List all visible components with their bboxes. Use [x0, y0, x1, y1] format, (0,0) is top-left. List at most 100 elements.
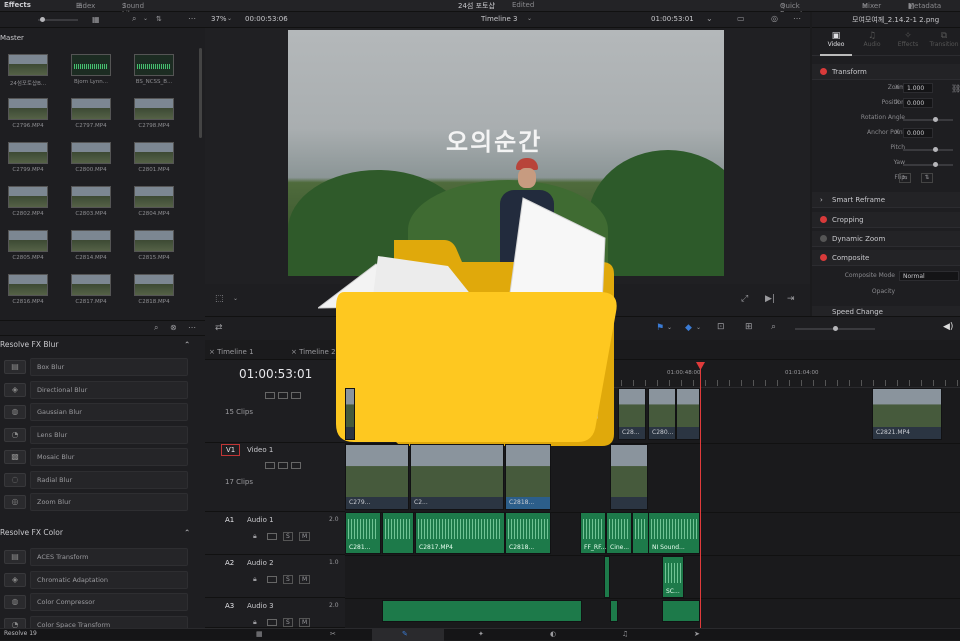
track-visibility-icon[interactable]	[291, 462, 301, 469]
color-wheel-icon[interactable]: ◎	[771, 14, 778, 23]
lock-icon[interactable]: 🔒︎	[253, 618, 257, 627]
tab-transition[interactable]: ⧉ Transition	[928, 31, 960, 48]
video-clip[interactable]: C279...	[345, 444, 409, 510]
chevron-down-icon[interactable]: ⌄	[227, 15, 232, 22]
zoom-fit-icon[interactable]: ⊡	[717, 322, 725, 332]
chevron-down-icon[interactable]: ⌄	[667, 324, 672, 331]
track-id[interactable]: A1	[225, 516, 234, 524]
chevron-down-icon[interactable]: ⌄	[696, 324, 701, 331]
composite-section[interactable]: Composite	[812, 250, 960, 266]
video-clip[interactable]: C2...	[410, 444, 504, 510]
media-thumbnail[interactable]	[8, 186, 48, 208]
more-options-icon[interactable]: ⋯	[188, 14, 196, 23]
fx-item[interactable]: ▩ Mosaic Blur	[0, 448, 190, 468]
flag-icon[interactable]: ⚑	[656, 323, 664, 333]
zoom-level[interactable]: 37%	[211, 15, 227, 23]
flip-vertical-icon[interactable]: ⇅	[921, 173, 933, 183]
media-page-icon[interactable]: ▦	[256, 630, 263, 638]
track-auto-select-icon[interactable]	[278, 392, 288, 399]
sort-icon[interactable]: ⇅	[156, 15, 162, 23]
fx-item[interactable]: ◈ Chromatic Adaptation	[0, 570, 190, 591]
timeline-zoom-slider[interactable]	[795, 326, 875, 331]
skip-end-icon[interactable]: ⇥	[787, 294, 795, 304]
effects-search-icon[interactable]: ⌕	[154, 323, 158, 333]
fx-item[interactable]: ◍ Gaussian Blur	[0, 403, 190, 423]
audio-clip[interactable]	[610, 600, 618, 622]
composite-mode-select[interactable]: Normal	[899, 271, 959, 281]
solo-button[interactable]: S	[283, 618, 293, 627]
media-thumbnail[interactable]	[134, 54, 174, 76]
mute-button[interactable]: M	[299, 532, 311, 541]
mute-button[interactable]: M	[299, 618, 311, 627]
track-auto-select-icon[interactable]	[278, 462, 288, 469]
audio-clip[interactable]: NI Sound...	[648, 512, 700, 554]
enable-toggle[interactable]	[820, 235, 827, 242]
fx-item[interactable]: ◌ Radial Blur	[0, 470, 190, 491]
track-lock-icon[interactable]	[265, 392, 275, 399]
mute-button[interactable]: M	[299, 575, 311, 584]
speaker-icon[interactable]: ◀)	[943, 322, 953, 332]
lock-icon[interactable]: 🔒︎	[253, 532, 257, 541]
media-thumbnail[interactable]	[71, 98, 111, 120]
thumb-size-slider[interactable]	[38, 17, 78, 22]
dynamic-zoom-section[interactable]: Dynamic Zoom	[812, 231, 960, 247]
track-id[interactable]: A3	[225, 602, 234, 610]
rotation-slider[interactable]	[903, 117, 953, 122]
fairlight-page-icon[interactable]: ♫	[622, 630, 628, 638]
fullscreen-icon[interactable]: ⤢	[741, 294, 748, 304]
track-lock-icon[interactable]	[265, 462, 275, 469]
flip-horizontal-icon[interactable]: ⇆	[899, 173, 911, 183]
track-visibility-icon[interactable]	[291, 392, 301, 399]
media-thumbnail[interactable]	[8, 274, 48, 296]
chevron-down-icon[interactable]: ⌄	[527, 15, 532, 22]
edit-page-tab[interactable]: ✎	[372, 629, 444, 641]
position-x-field[interactable]: 0.000	[903, 98, 933, 108]
search-icon[interactable]: ⌕	[132, 14, 136, 24]
fx-blur-section[interactable]: Resolve FX Blur ⌃	[0, 340, 200, 354]
audio-clip[interactable]	[604, 556, 610, 598]
playhead[interactable]	[700, 362, 701, 628]
audio-clip[interactable]: Cine...	[606, 512, 632, 554]
media-thumbnail[interactable]	[8, 98, 48, 120]
solo-button[interactable]: S	[283, 575, 293, 584]
pitch-slider[interactable]	[903, 147, 953, 152]
yaw-slider[interactable]	[903, 162, 953, 167]
media-thumbnail[interactable]	[134, 186, 174, 208]
viewer-options-icon[interactable]: ⌄	[706, 14, 713, 23]
cropping-section[interactable]: Cropping	[812, 212, 960, 228]
chevron-down-icon[interactable]: ⌄	[143, 15, 148, 22]
media-thumbnail[interactable]	[8, 142, 48, 164]
video-clip[interactable]	[676, 388, 700, 440]
track-auto-select-icon[interactable]	[267, 576, 277, 583]
link-icon[interactable]: ⛓	[951, 84, 960, 93]
color-page-icon[interactable]: ◐	[550, 630, 556, 638]
cut-page-icon[interactable]: ✂	[330, 630, 336, 638]
track-auto-select-icon[interactable]	[267, 619, 277, 626]
collapse-icon[interactable]: ⌃	[184, 528, 190, 537]
effects-close-icon[interactable]: ⊗	[170, 323, 177, 332]
effects-tab[interactable]: ✎ Effects	[4, 1, 31, 10]
audio-clip[interactable]	[382, 600, 582, 622]
media-thumbnail[interactable]	[134, 142, 174, 164]
edit-mode-icon[interactable]: ⇄	[215, 323, 223, 333]
track-id[interactable]: V1	[221, 444, 241, 456]
media-thumbnail[interactable]	[134, 98, 174, 120]
media-thumbnail[interactable]	[71, 230, 111, 252]
zoom-detail-icon[interactable]: ⊞	[745, 322, 753, 332]
collapse-icon[interactable]: ⌃	[184, 340, 190, 349]
audio-clip[interactable]	[662, 600, 700, 622]
enable-toggle[interactable]	[820, 216, 827, 223]
play-next-icon[interactable]: ▶|	[765, 294, 775, 304]
anchor-x-field[interactable]: 0.000	[903, 128, 933, 138]
media-thumbnail[interactable]	[71, 54, 111, 76]
fx-item[interactable]: ▤ Box Blur	[0, 358, 190, 378]
video-clip[interactable]: C2818...	[505, 444, 551, 510]
media-thumbnail[interactable]	[71, 186, 111, 208]
zoom-custom-icon[interactable]: ⌕	[771, 322, 776, 332]
media-thumbnail[interactable]	[71, 274, 111, 296]
fx-item[interactable]: ◈ Directional Blur	[0, 380, 190, 401]
close-icon[interactable]: ×	[291, 348, 299, 356]
media-thumbnail[interactable]	[134, 274, 174, 296]
track-auto-select-icon[interactable]	[267, 533, 277, 540]
video-clip[interactable]: C2821.MP4	[872, 388, 942, 440]
